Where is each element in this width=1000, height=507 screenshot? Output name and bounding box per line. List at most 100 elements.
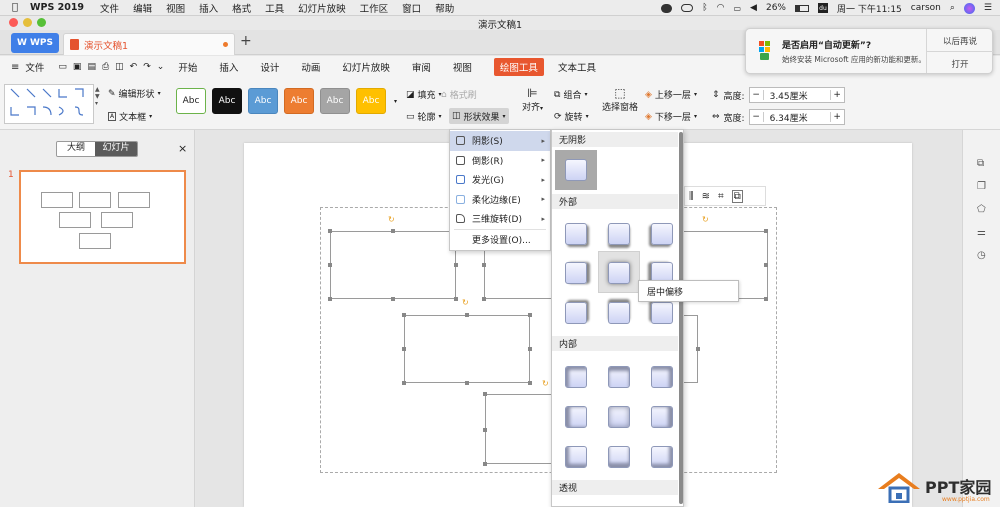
print-icon[interactable]: ⎙ xyxy=(102,62,109,72)
shape-style-icon[interactable]: ⬠ xyxy=(977,204,986,215)
close-panel-button[interactable]: × xyxy=(178,142,187,155)
spotlight-icon[interactable]: ⌕ xyxy=(950,3,955,13)
outer-shadow-1[interactable] xyxy=(565,223,587,245)
distribute-icon[interactable]: ⫼ xyxy=(689,191,694,202)
tab-view[interactable]: 视图 xyxy=(453,60,472,74)
style-settings-icon[interactable]: ≋ xyxy=(702,191,710,202)
menu-item-more-settings[interactable]: 更多设置(O)... xyxy=(450,230,550,250)
textbox-button[interactable]: A 文本框 ▾ xyxy=(108,110,152,123)
tab-home[interactable]: 开始 xyxy=(178,60,197,74)
crop-icon[interactable]: ⌗ xyxy=(718,191,724,202)
outline-button[interactable]: ▭ 轮廓 ▾ xyxy=(406,110,442,124)
new-tab-button[interactable]: + xyxy=(240,33,252,49)
width-input[interactable]: 6.34厘米 xyxy=(764,111,830,124)
menu-format[interactable]: 格式 xyxy=(232,1,251,15)
tab-slides[interactable]: 幻灯片 xyxy=(95,142,137,156)
bring-forward-button[interactable]: ◈ 上移一层 ▾ xyxy=(645,88,697,102)
wifi-icon[interactable]: ◠ xyxy=(717,3,725,13)
clock[interactable]: 周一 下午11:15 xyxy=(837,2,902,15)
apple-icon[interactable]:  xyxy=(12,2,18,13)
user-name[interactable]: carson xyxy=(911,3,941,13)
later-button[interactable]: 以后再说 xyxy=(927,35,993,47)
menu-item-shadow[interactable]: 阴影(S) ▸ xyxy=(450,131,550,151)
width-increase-button[interactable]: + xyxy=(829,112,844,122)
inner-shadow-8[interactable] xyxy=(608,446,630,468)
notification-center-icon[interactable]: ☰ xyxy=(984,3,992,13)
outer-shadow-5[interactable] xyxy=(608,262,630,284)
more-quick-icon[interactable]: ⌄ xyxy=(157,62,165,72)
adjust-settings-icon[interactable]: ⚌ xyxy=(977,227,986,238)
send-backward-button[interactable]: ◈ 下移一层 ▾ xyxy=(645,110,697,124)
edit-shape-button[interactable]: ✎ 编辑形状 ▾ xyxy=(108,87,161,101)
inner-shadow-6[interactable] xyxy=(651,406,673,428)
width-decrease-button[interactable]: − xyxy=(750,112,764,122)
menu-item-soft-edges[interactable]: 柔化边缘(E) ▸ xyxy=(450,190,550,210)
shape-rect-6[interactable] xyxy=(485,394,551,464)
tab-outline[interactable]: 大纲 xyxy=(57,142,95,156)
height-increase-button[interactable]: + xyxy=(829,90,844,100)
menu-window[interactable]: 窗口 xyxy=(402,1,421,15)
menu-slideshow[interactable]: 幻灯片放映 xyxy=(298,1,346,15)
file-menu-button[interactable]: 文件 xyxy=(25,60,44,74)
format-brush-button[interactable]: ⌂ 格式刷 xyxy=(441,88,477,102)
outer-shadow-2[interactable] xyxy=(608,223,630,245)
open-icon[interactable]: ▭ xyxy=(58,62,67,72)
shape-rect-4[interactable] xyxy=(404,315,530,383)
menu-workspace[interactable]: 工作区 xyxy=(360,1,389,15)
battery-icon[interactable] xyxy=(794,4,809,12)
rotate-handle-icon[interactable]: ↻ xyxy=(702,215,709,224)
menu-help[interactable]: 帮助 xyxy=(435,1,454,15)
height-decrease-button[interactable]: − xyxy=(750,90,764,100)
inner-shadow-1[interactable] xyxy=(565,366,587,388)
shape-rect-1[interactable] xyxy=(330,231,456,299)
menu-insert[interactable]: 插入 xyxy=(199,1,218,15)
rotate-button[interactable]: ⟳ 旋转 ▾ xyxy=(554,110,589,124)
app-menu[interactable]: WPS 2019 xyxy=(30,2,84,13)
save-icon[interactable]: ▣ xyxy=(73,62,82,72)
align-button[interactable]: ⊫ 对齐▾ xyxy=(522,86,543,113)
shape-effect-button[interactable]: ◫ 形状效果 ▾ xyxy=(449,108,509,124)
inner-shadow-2[interactable] xyxy=(608,366,630,388)
history-icon[interactable]: ◷ xyxy=(977,250,986,261)
menu-item-glow[interactable]: 发光(G) ▸ xyxy=(450,170,550,190)
submenu-scrollbar[interactable] xyxy=(679,132,683,504)
height-input[interactable]: 3.45厘米 xyxy=(764,89,830,102)
tab-insert[interactable]: 插入 xyxy=(219,60,238,74)
inner-shadow-7[interactable] xyxy=(565,446,587,468)
menu-edit[interactable]: 编辑 xyxy=(133,1,152,15)
outer-shadow-4[interactable] xyxy=(565,262,587,284)
hamburger-icon[interactable]: ≡ xyxy=(11,62,19,73)
tab-slideshow[interactable]: 幻灯片放映 xyxy=(342,60,390,74)
inner-shadow-3[interactable] xyxy=(651,366,673,388)
wechat-icon[interactable] xyxy=(661,3,673,13)
wps-home-tab[interactable]: W WPS xyxy=(11,33,59,53)
airplay-icon[interactable]: ▭ xyxy=(733,4,741,13)
shape-gallery[interactable] xyxy=(4,84,94,124)
style-gallery-more-icon[interactable]: ▾ xyxy=(394,98,397,105)
siri-icon[interactable] xyxy=(963,2,975,14)
style-swatch-5[interactable]: Abc xyxy=(320,88,350,114)
menu-item-3d-rotation[interactable]: 三维旋转(D) ▸ xyxy=(450,209,550,229)
menu-tools[interactable]: 工具 xyxy=(265,1,284,15)
rotate-handle-icon[interactable]: ↻ xyxy=(462,298,469,307)
style-swatch-2[interactable]: Abc xyxy=(212,88,242,114)
preview-icon[interactable]: ◫ xyxy=(115,62,124,72)
input-method-icon[interactable]: du xyxy=(817,3,828,13)
style-swatch-3[interactable]: Abc xyxy=(248,88,278,114)
tab-drawing-tools[interactable]: 绘图工具 xyxy=(493,58,544,76)
selection-pane-button[interactable]: ⬚ 选择窗格 xyxy=(602,86,638,113)
open-button[interactable]: 打开 xyxy=(927,58,993,70)
tab-document[interactable]: 演示文稿1 xyxy=(63,33,235,55)
outer-shadow-9[interactable] xyxy=(651,302,673,324)
menu-view[interactable]: 视图 xyxy=(166,1,185,15)
style-swatch-4[interactable]: Abc xyxy=(284,88,314,114)
menu-file[interactable]: 文件 xyxy=(100,1,119,15)
tab-review[interactable]: 审阅 xyxy=(412,60,431,74)
gallery-scroll-icon[interactable]: ▲ ▼ ▾ xyxy=(95,86,100,107)
vpn-icon[interactable] xyxy=(681,4,694,12)
inner-shadow-5[interactable] xyxy=(608,406,630,428)
rotate-handle-icon[interactable]: ↻ xyxy=(388,215,395,224)
bluetooth-icon[interactable]: ᛒ xyxy=(702,3,707,13)
style-swatch-1[interactable]: Abc xyxy=(176,88,206,114)
tab-animation[interactable]: 动画 xyxy=(301,60,320,74)
